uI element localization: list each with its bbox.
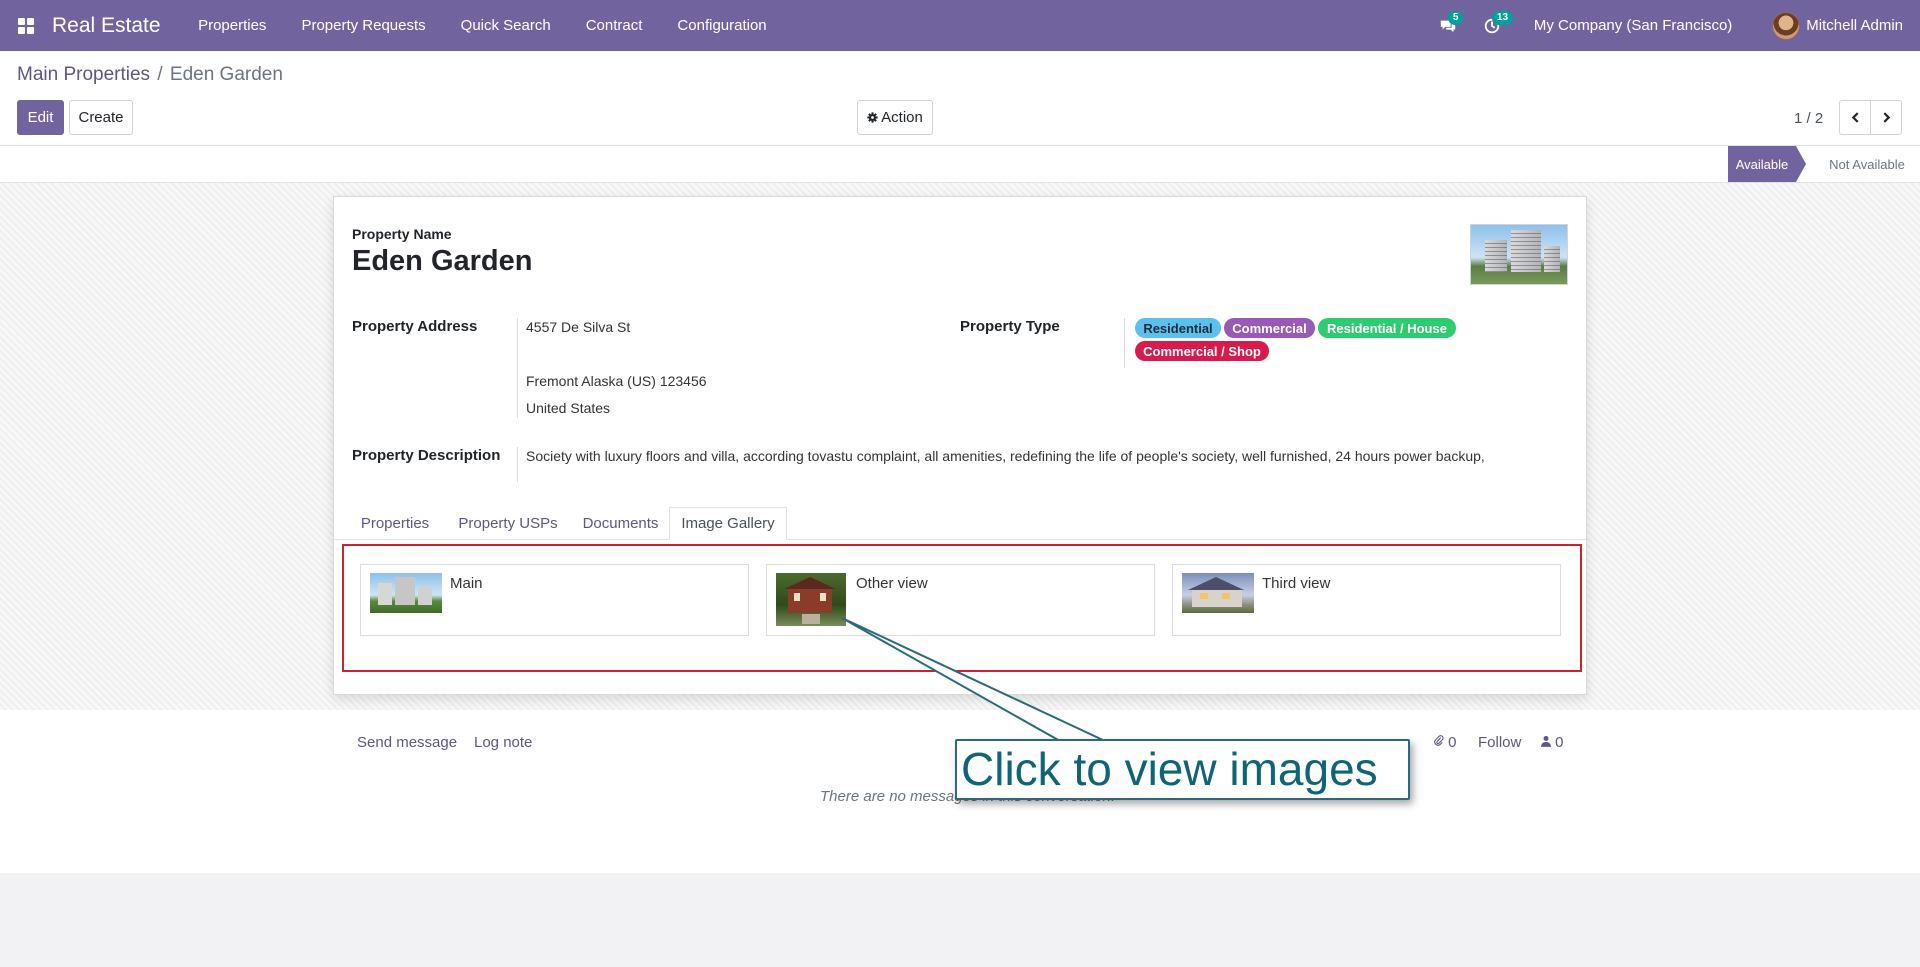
- property-main-image[interactable]: [1470, 224, 1568, 285]
- property-name[interactable]: Eden Garden: [352, 245, 533, 278]
- tab-properties[interactable]: Properties: [348, 507, 442, 540]
- city-line-field[interactable]: Fremont Alaska (US) 123456: [526, 373, 707, 389]
- menu-item-property-requests[interactable]: Property Requests: [284, 0, 443, 51]
- menu-item-properties[interactable]: Properties: [181, 0, 284, 51]
- attachments-count: 0: [1448, 734, 1457, 751]
- tab-documents[interactable]: Documents: [574, 507, 667, 540]
- create-button[interactable]: Create: [69, 100, 133, 135]
- edit-button[interactable]: Edit: [17, 100, 64, 135]
- user-icon: [1541, 736, 1551, 747]
- street-field[interactable]: 4557 De Silva St: [526, 319, 630, 335]
- divider: [1124, 318, 1125, 368]
- stage-available[interactable]: Available: [1728, 146, 1806, 182]
- gallery-item-main[interactable]: Main: [360, 564, 749, 636]
- systray: 5 13 My Company (San Francisco) Mitchell…: [1426, 0, 1920, 51]
- tab-property-usps[interactable]: Property USPs: [446, 507, 570, 540]
- paperclip-icon: [1434, 735, 1444, 746]
- breadcrumb: Main Properties / Eden Garden: [17, 64, 283, 86]
- activities-badge: 13: [1491, 11, 1514, 25]
- gallery-item-name: Other view: [856, 575, 928, 592]
- top-navbar: Real Estate Properties Property Requests…: [0, 0, 1920, 51]
- followers-count: 0: [1555, 734, 1564, 751]
- statusbar: Available Not Available: [0, 146, 1920, 183]
- tag-residential-house[interactable]: Residential / House: [1318, 318, 1456, 338]
- tag-residential[interactable]: Residential: [1135, 318, 1221, 338]
- notebook-tabs: Properties Property USPs Documents Image…: [334, 505, 1586, 540]
- company-switcher[interactable]: My Company (San Francisco): [1514, 17, 1752, 34]
- messages-badge: 5: [1447, 11, 1464, 25]
- menu-item-quick-search[interactable]: Quick Search: [443, 0, 568, 51]
- breadcrumb-separator: /: [157, 64, 163, 85]
- breadcrumb-current: Eden Garden: [169, 64, 283, 85]
- gallery-item-other-view[interactable]: Other view: [766, 564, 1155, 636]
- control-panel: Main Properties / Eden Garden Edit Creat…: [0, 51, 1920, 146]
- pager-next-button[interactable]: [1870, 100, 1902, 135]
- gallery-item-third-view[interactable]: Third view: [1172, 564, 1561, 636]
- main-menu: Properties Property Requests Quick Searc…: [181, 0, 785, 51]
- callout-text: Click to view images: [961, 743, 1378, 795]
- property-type-label: Property Type: [960, 318, 1060, 335]
- gallery-item-name: Third view: [1262, 575, 1331, 592]
- gear-icon: [867, 112, 878, 123]
- user-name: Mitchell Admin: [1806, 17, 1903, 34]
- attachments-button[interactable]: 0: [1434, 734, 1457, 751]
- country-field[interactable]: United States: [526, 400, 610, 416]
- avatar: [1772, 11, 1801, 40]
- tab-image-gallery[interactable]: Image Gallery: [669, 507, 787, 540]
- tag-commercial-shop[interactable]: Commercial / Shop: [1135, 341, 1269, 361]
- activity-menu[interactable]: 13: [1470, 0, 1514, 51]
- apartment-photo: [370, 573, 442, 613]
- menu-item-configuration[interactable]: Configuration: [660, 0, 784, 51]
- property-description-label: Property Description: [352, 447, 501, 464]
- log-note-button[interactable]: Log note: [474, 734, 532, 751]
- app-brand[interactable]: Real Estate: [52, 14, 161, 38]
- gallery-item-name: Main: [450, 575, 483, 592]
- description-field[interactable]: Society with luxury floors and villa, ac…: [526, 448, 1485, 464]
- house-photo: [776, 573, 846, 626]
- messaging-menu[interactable]: 5: [1426, 0, 1470, 51]
- user-menu[interactable]: Mitchell Admin: [1752, 11, 1903, 40]
- followers-button[interactable]: 0: [1541, 734, 1564, 751]
- menu-item-contract[interactable]: Contract: [568, 0, 660, 51]
- villa-photo: [1182, 573, 1254, 613]
- send-message-button[interactable]: Send message: [357, 734, 457, 751]
- chevron-left-icon: [1851, 112, 1858, 123]
- property-address-label: Property Address: [352, 318, 478, 335]
- pager-value[interactable]: 1 / 2: [1794, 110, 1823, 127]
- divider: [517, 318, 518, 418]
- action-button[interactable]: Action: [857, 100, 933, 135]
- action-label: Action: [881, 109, 923, 126]
- chevron-right-icon: [1883, 112, 1890, 123]
- stage-not-available[interactable]: Not Available: [1822, 146, 1912, 182]
- apps-menu-icon[interactable]: [0, 0, 52, 51]
- tag-commercial[interactable]: Commercial: [1224, 318, 1315, 338]
- divider: [517, 447, 518, 482]
- breadcrumb-parent[interactable]: Main Properties: [17, 64, 150, 85]
- follow-button[interactable]: Follow: [1478, 734, 1521, 751]
- pager-previous-button[interactable]: [1839, 100, 1871, 135]
- property-name-label: Property Name: [352, 226, 452, 242]
- callout-box: Click to view images: [955, 739, 1410, 800]
